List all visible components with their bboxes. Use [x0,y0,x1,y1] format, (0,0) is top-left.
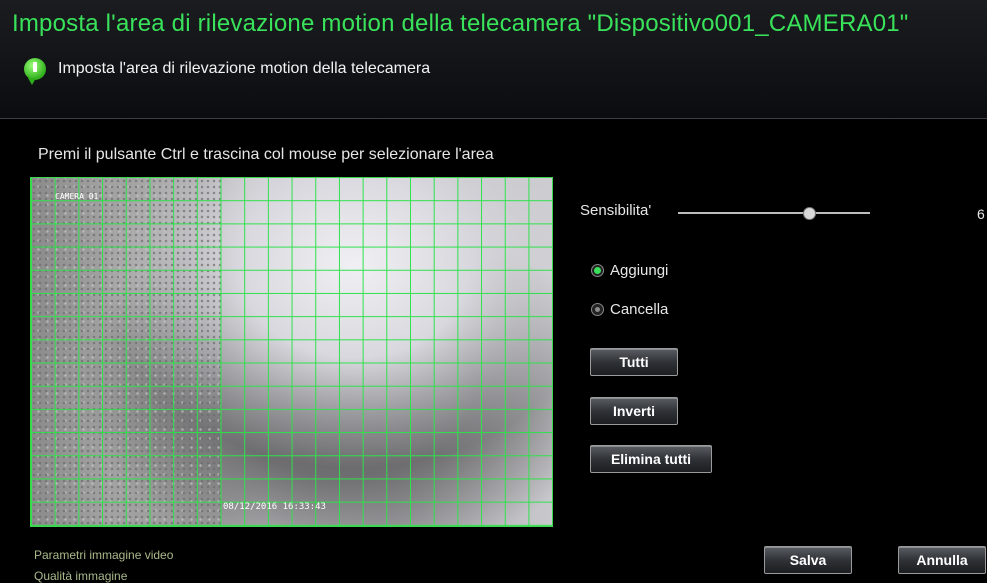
select-all-button[interactable]: Tutti [590,348,678,376]
subtitle-row: Imposta l'area di rilevazione motion del… [24,58,431,85]
radio-add-label: Aggiungi [610,262,669,279]
sensitivity-value: 6 [977,206,985,222]
invert-button[interactable]: Inverti [590,397,678,425]
cancel-button[interactable]: Annulla [898,546,986,574]
video-image-params-link[interactable]: Parametri immagine video [34,548,173,562]
radio-add-indicator[interactable] [591,264,604,277]
radio-delete-indicator[interactable] [591,303,604,316]
camera-osd-timestamp: 08/12/2016 16:33:43 [223,502,326,512]
camera-osd-name: CAMERA 01 [55,192,99,201]
sensitivity-slider-track[interactable] [678,212,870,214]
save-button[interactable]: Salva [764,546,852,574]
dialog-header: Imposta l'area di rilevazione motion del… [0,0,987,119]
radio-add[interactable]: Aggiungi [591,262,668,279]
radio-delete-label: Cancella [610,301,669,318]
dialog-subtitle: Imposta l'area di rilevazione motion del… [58,60,431,77]
sensitivity-label: Sensibilita' [580,202,652,219]
sensitivity-slider-thumb[interactable] [803,207,816,220]
dialog-title: Imposta l'area di rilevazione motion del… [12,10,909,37]
image-quality-link[interactable]: Qualità immagine [34,569,127,583]
motion-detection-grid[interactable] [31,178,552,526]
clear-all-button[interactable]: Elimina tutti [590,445,712,473]
motion-area-grid-preview[interactable]: CAMERA 01 08/12/2016 16:33:43 [30,177,553,527]
selection-instruction: Premi il pulsante Ctrl e trascina col mo… [38,146,494,163]
info-bubble-icon [24,58,46,85]
radio-delete[interactable]: Cancella [591,301,668,318]
